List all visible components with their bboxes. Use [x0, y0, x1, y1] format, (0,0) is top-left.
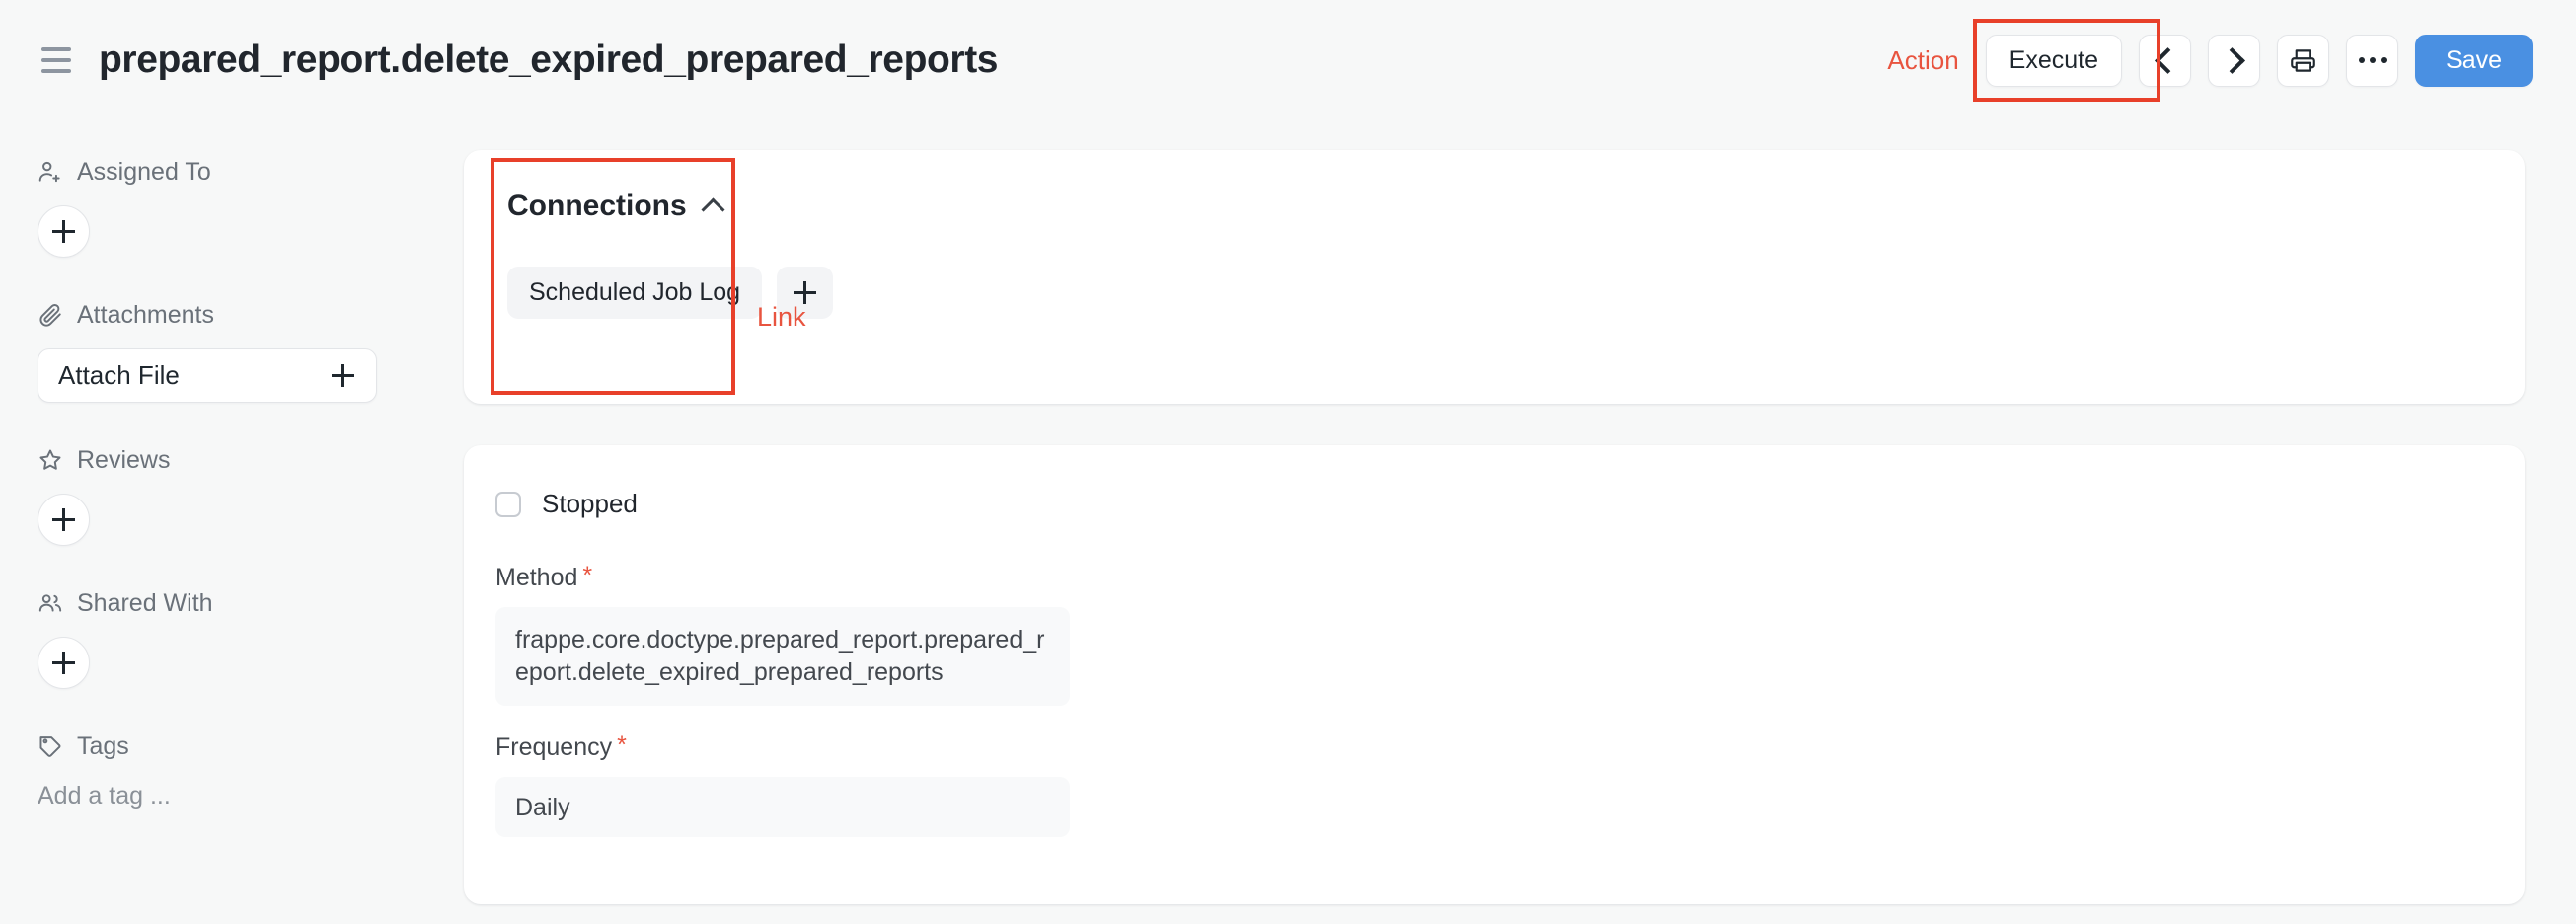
execute-button[interactable]: Execute [1985, 34, 2123, 87]
next-document-button[interactable] [2208, 34, 2261, 87]
plus-icon [52, 220, 75, 243]
sidebar-header-assigned-to: Assigned To [38, 152, 395, 192]
field-label-frequency-text: Frequency [495, 733, 613, 761]
execute-button-wrapper: Execute [1972, 18, 2160, 102]
sidebar-label-assigned-to: Assigned To [77, 157, 211, 186]
hamburger-bar [41, 58, 71, 62]
hamburger-bar [41, 47, 71, 51]
sidebar-label-reviews: Reviews [77, 445, 171, 474]
stopped-label: Stopped [542, 489, 638, 518]
connections-title: Connections [507, 190, 687, 222]
star-icon [39, 449, 61, 470]
previous-document-button[interactable] [2139, 34, 2192, 87]
add-review-button[interactable] [38, 494, 90, 546]
sidebar-section-attachments: Attachments Attach File [38, 295, 395, 403]
sidebar-header-tags: Tags [38, 727, 395, 766]
stopped-checkbox-row: Stopped [495, 489, 2481, 519]
field-method: Method * frappe.core.doctype.prepared_re… [495, 564, 2481, 706]
users-icon [38, 594, 62, 612]
form-card: Stopped Method * frappe.core.doctype.pre… [464, 445, 2525, 904]
connections-header: Connections [507, 190, 2481, 223]
paperclip-icon [39, 304, 61, 327]
save-button[interactable]: Save [2415, 34, 2533, 87]
attach-file-button[interactable]: Attach File [38, 348, 377, 403]
print-button[interactable] [2277, 34, 2330, 87]
connection-chip-scheduled-job-log[interactable]: Scheduled Job Log [507, 267, 763, 319]
sidebar-section-tags: Tags Add a tag ... [38, 727, 395, 810]
chevron-left-icon [2154, 46, 2181, 74]
sidebar-label-shared-with: Shared With [77, 588, 213, 617]
attach-file-label: Attach File [58, 360, 180, 390]
method-input[interactable]: frappe.core.doctype.prepared_report.prep… [495, 607, 1070, 706]
field-frequency: Frequency * Daily [495, 733, 2481, 837]
more-options-button[interactable] [2346, 34, 2399, 87]
connections-card: Link Connections Scheduled Job Log [464, 150, 2525, 404]
main-content: Link Connections Scheduled Job Log Stopp… [434, 120, 2576, 924]
stopped-checkbox[interactable] [495, 491, 521, 517]
sidebar-section-shared-with: Shared With [38, 583, 395, 689]
tag-input[interactable]: Add a tag ... [38, 780, 395, 810]
hamburger-bar [41, 69, 71, 73]
field-label-frequency: Frequency * [495, 733, 2481, 762]
page-title: prepared_report.delete_expired_prepared_… [99, 38, 999, 81]
sidebar-label-tags: Tags [77, 732, 129, 760]
app-root: prepared_report.delete_expired_prepared_… [0, 0, 2576, 924]
sidebar: Assigned To Attachments Attach File Revi… [0, 120, 434, 924]
header-left-group: prepared_report.delete_expired_prepared_… [39, 38, 998, 82]
field-label-method: Method * [495, 564, 2481, 592]
chevron-right-icon [2218, 46, 2245, 74]
chevron-up-icon[interactable] [701, 196, 725, 222]
required-indicator: * [617, 732, 627, 759]
plus-icon [794, 281, 817, 304]
sidebar-section-assigned-to: Assigned To [38, 152, 395, 258]
tag-icon [39, 736, 61, 757]
field-label-method-text: Method [495, 564, 578, 591]
ellipsis-icon [2358, 57, 2387, 63]
sidebar-header-reviews: Reviews [38, 440, 395, 480]
header-actions: Action Execute Save [1877, 18, 2533, 102]
frequency-input[interactable]: Daily [495, 777, 1070, 837]
sidebar-section-reviews: Reviews [38, 440, 395, 546]
action-menu-button[interactable]: Action [1877, 45, 1968, 76]
required-indicator: * [582, 562, 593, 589]
user-plus-icon [38, 161, 60, 183]
plus-icon [332, 364, 354, 387]
plus-icon [52, 508, 75, 531]
printer-icon [2291, 48, 2315, 72]
annotation-label-link: Link [757, 302, 806, 332]
sidebar-label-attachments: Attachments [77, 300, 214, 329]
add-share-button[interactable] [38, 637, 90, 689]
add-assignment-button[interactable] [38, 205, 90, 258]
sidebar-header-attachments: Attachments [38, 295, 395, 335]
sidebar-header-shared-with: Shared With [38, 583, 395, 623]
page-header: prepared_report.delete_expired_prepared_… [0, 0, 2576, 120]
plus-icon [52, 652, 75, 674]
hamburger-icon[interactable] [39, 45, 73, 75]
